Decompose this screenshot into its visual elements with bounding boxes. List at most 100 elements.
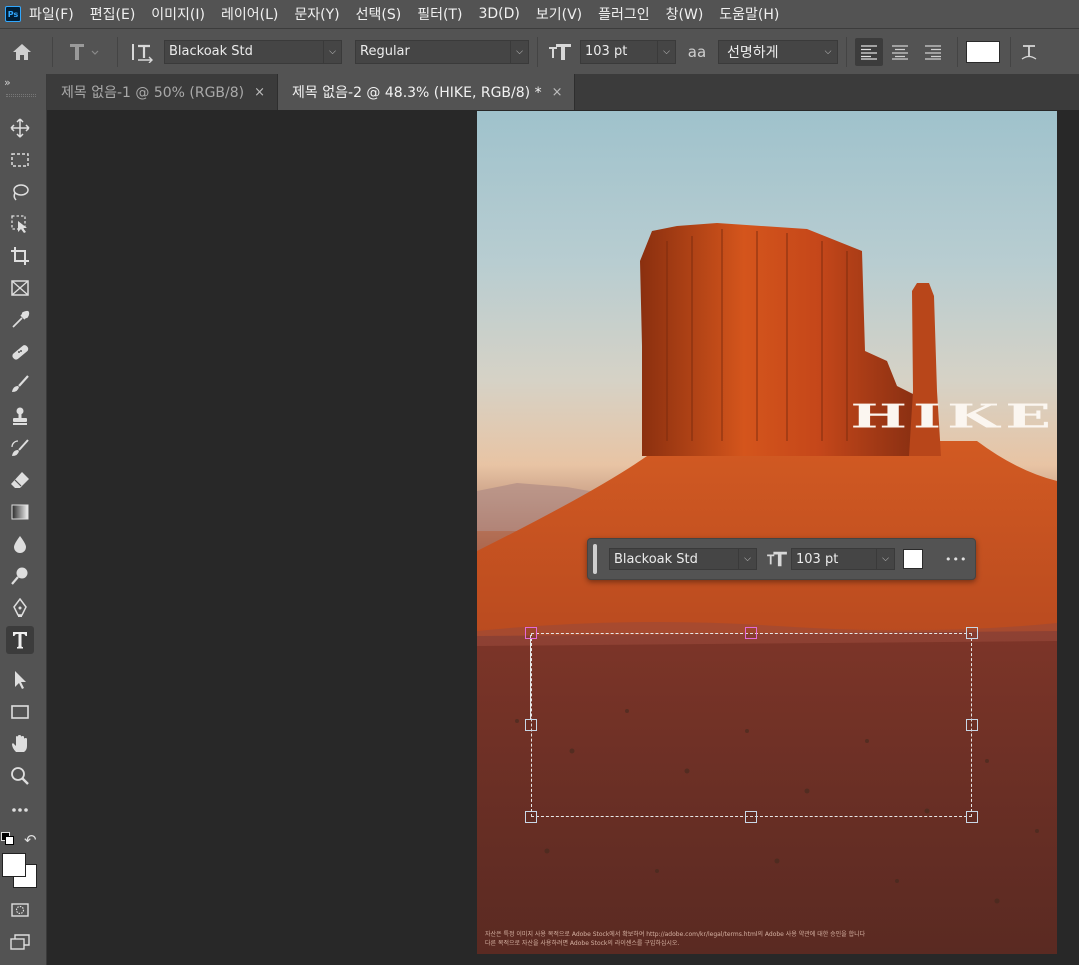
menu-window[interactable]: 창(W) xyxy=(666,4,704,24)
menu-file[interactable]: 파일(F) xyxy=(29,4,74,24)
options-bar: Blackoak Std ⌵ Regular ⌵ 103 pt ⌵ aa 선명하… xyxy=(0,28,1079,74)
menu-type[interactable]: 문자(Y) xyxy=(294,4,339,24)
chevron-down-icon: ⌵ xyxy=(876,549,894,569)
rectangle-tool-icon[interactable] xyxy=(6,698,34,726)
transform-handle-bottom-left[interactable] xyxy=(525,811,537,823)
menu-select[interactable]: 선택(S) xyxy=(356,4,402,24)
menu-help[interactable]: 도움말(H) xyxy=(719,4,779,24)
transform-handle-middle-right[interactable] xyxy=(966,719,978,731)
floating-font-size-value: 103 pt xyxy=(796,551,839,567)
font-size-icon xyxy=(546,34,574,70)
quick-mask-icon[interactable] xyxy=(6,896,34,924)
collapse-panel-icon[interactable]: » xyxy=(4,76,11,89)
text-bounding-box[interactable] xyxy=(531,633,972,817)
crop-tool-icon[interactable] xyxy=(6,242,34,270)
stock-license-line-1: 자산은 특정 이미지 사용 목적으로 Adobe Stock에서 확보하여 ht… xyxy=(485,931,866,938)
drag-handle[interactable] xyxy=(593,544,597,574)
transform-handle-bottom-center[interactable] xyxy=(745,811,757,823)
hike-headline[interactable]: HIKE xyxy=(850,400,1057,433)
text-color-swatch[interactable] xyxy=(966,40,1000,63)
photoshop-logo: Ps xyxy=(5,6,21,22)
dodge-tool-icon[interactable] xyxy=(6,562,34,590)
menu-layer[interactable]: 레이어(L) xyxy=(221,4,278,24)
move-tool-icon[interactable] xyxy=(6,114,34,142)
menu-bar: Ps 파일(F) 편집(E) 이미지(I) 레이어(L) 문자(Y) 선택(S)… xyxy=(0,0,1079,28)
menu-3d[interactable]: 3D(D) xyxy=(478,6,519,22)
menu-image[interactable]: 이미지(I) xyxy=(151,4,205,24)
transform-handle-top-center[interactable] xyxy=(745,627,757,639)
history-brush-tool-icon[interactable] xyxy=(6,434,34,462)
transform-handle-bottom-right[interactable] xyxy=(966,811,978,823)
contextual-task-bar: Blackoak Std ⌵ 103 pt ⌵ ••• xyxy=(587,538,976,580)
transform-handle-top-left[interactable] xyxy=(525,627,537,639)
default-colors-icon[interactable] xyxy=(1,832,15,846)
more-options-icon[interactable]: ••• xyxy=(945,553,967,566)
foreground-color-swatch[interactable] xyxy=(2,853,26,877)
align-left-icon[interactable] xyxy=(855,37,883,66)
object-selection-tool-icon[interactable] xyxy=(6,210,34,238)
transform-handle-top-right[interactable] xyxy=(966,627,978,639)
tab-label: 제목 없음-1 @ 50% (RGB/8) xyxy=(61,85,245,101)
font-size-value: 103 pt xyxy=(585,44,628,59)
eyedropper-tool-icon[interactable] xyxy=(6,306,34,334)
type-tool-icon[interactable] xyxy=(6,626,34,654)
menu-view[interactable]: 보기(V) xyxy=(536,4,582,24)
marquee-tool-icon[interactable] xyxy=(6,146,34,174)
menu-filter[interactable]: 필터(T) xyxy=(417,4,462,24)
zoom-tool-icon[interactable] xyxy=(6,762,34,790)
blur-tool-icon[interactable] xyxy=(6,530,34,558)
chevron-down-icon: ⌵ xyxy=(510,40,528,63)
chevron-down-icon: ⌵ xyxy=(323,40,341,63)
panel-grip[interactable] xyxy=(6,94,36,97)
close-icon[interactable]: × xyxy=(254,85,265,100)
separator xyxy=(957,36,958,67)
tab-document-2[interactable]: 제목 없음-2 @ 48.3% (HIKE, RGB/8) * × xyxy=(278,74,576,110)
floating-text-color-swatch[interactable] xyxy=(903,549,923,569)
align-right-icon[interactable] xyxy=(917,38,949,66)
separator xyxy=(846,36,847,67)
lasso-tool-icon[interactable] xyxy=(6,178,34,206)
separator xyxy=(117,36,118,67)
document-canvas[interactable]: HIKE 자산은 특정 이미지 사용 목적으로 Adobe Stock에서 확보… xyxy=(477,111,1057,954)
font-size-select[interactable]: 103 pt ⌵ xyxy=(580,39,676,64)
document-tabs: 제목 없음-1 @ 50% (RGB/8) × 제목 없음-2 @ 48.3% … xyxy=(47,74,1079,110)
transform-handle-middle-left[interactable] xyxy=(525,719,537,731)
text-cursor xyxy=(530,635,531,719)
swap-colors-icon[interactable]: ↶ xyxy=(24,831,37,849)
home-icon[interactable] xyxy=(0,34,44,70)
separator xyxy=(1010,36,1011,67)
tab-document-1[interactable]: 제목 없음-1 @ 50% (RGB/8) × xyxy=(47,74,279,110)
edit-toolbar-icon[interactable] xyxy=(6,796,34,824)
align-center-icon[interactable] xyxy=(883,38,917,66)
antialias-select[interactable]: 선명하게 ⌵ xyxy=(718,39,838,64)
pen-tool-icon[interactable] xyxy=(6,594,34,622)
stock-license-note: 자산은 특정 이미지 사용 목적으로 Adobe Stock에서 확보하여 ht… xyxy=(485,930,865,948)
clone-stamp-tool-icon[interactable] xyxy=(6,402,34,430)
screen-mode-icon[interactable] xyxy=(6,928,34,956)
frame-tool-icon[interactable] xyxy=(6,274,34,302)
font-style-select[interactable]: Regular ⌵ xyxy=(355,39,529,64)
font-family-select[interactable]: Blackoak Std ⌵ xyxy=(164,39,342,64)
stock-license-line-2: 다른 목적으로 자산을 사용하려면 Adobe Stock의 라이센스를 구입하… xyxy=(485,940,680,947)
font-family-value: Blackoak Std xyxy=(169,44,253,59)
brush-tool-icon[interactable] xyxy=(6,370,34,398)
floating-font-size-select[interactable]: 103 pt ⌵ xyxy=(791,548,895,570)
path-selection-tool-icon[interactable] xyxy=(6,666,34,694)
healing-brush-tool-icon[interactable] xyxy=(6,338,34,366)
menu-plugins[interactable]: 플러그인 xyxy=(598,4,650,24)
warp-text-icon[interactable] xyxy=(1019,34,1039,70)
butte-photo xyxy=(477,223,1057,954)
separator xyxy=(537,36,538,67)
chevron-down-icon: ⌵ xyxy=(824,46,832,57)
floating-font-family-select[interactable]: Blackoak Std ⌵ xyxy=(609,548,757,570)
eraser-tool-icon[interactable] xyxy=(6,466,34,494)
toggle-text-orientation-icon[interactable] xyxy=(126,34,158,70)
separator xyxy=(52,36,53,67)
type-tool-preset-icon[interactable] xyxy=(61,34,109,70)
hand-tool-icon[interactable] xyxy=(6,730,34,758)
chevron-down-icon: ⌵ xyxy=(657,40,675,63)
menu-edit[interactable]: 편집(E) xyxy=(90,4,136,24)
close-icon[interactable]: × xyxy=(552,85,563,100)
antialias-value: 선명하게 xyxy=(727,44,779,61)
gradient-tool-icon[interactable] xyxy=(6,498,34,526)
